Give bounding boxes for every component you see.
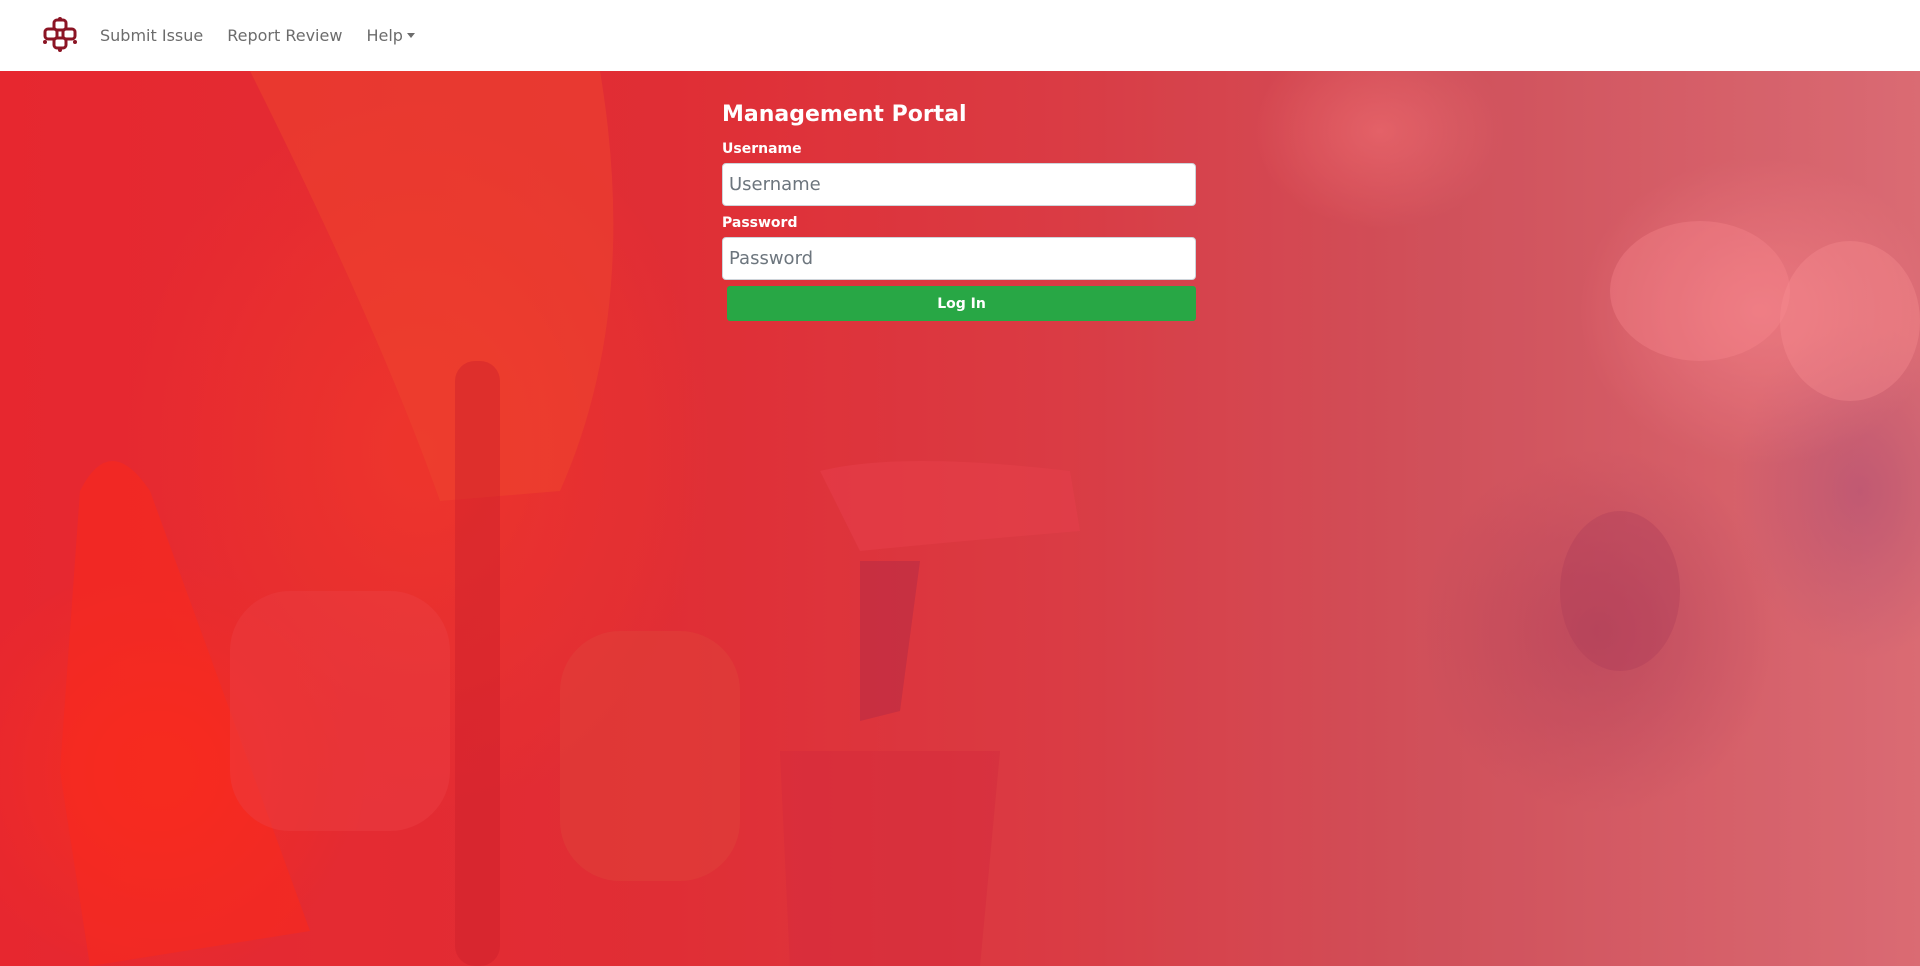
password-input[interactable] [722, 237, 1196, 280]
username-label: Username [722, 141, 802, 157]
login-form: Management Portal Username Password Log … [722, 100, 1198, 321]
hero-background: Management Portal Username Password Log … [0, 71, 1920, 966]
username-input[interactable] [722, 163, 1196, 206]
brand-logo-link[interactable] [41, 16, 79, 56]
organization-logo-icon [42, 16, 78, 56]
page-title: Management Portal [722, 102, 967, 127]
nav-report-review[interactable]: Report Review [227, 26, 342, 45]
password-label: Password [722, 215, 798, 231]
nav-help-dropdown[interactable]: Help [366, 26, 414, 45]
top-navbar: Submit Issue Report Review Help [0, 0, 1920, 71]
log-in-button[interactable]: Log In [727, 286, 1196, 321]
nav-submit-issue[interactable]: Submit Issue [100, 26, 203, 45]
